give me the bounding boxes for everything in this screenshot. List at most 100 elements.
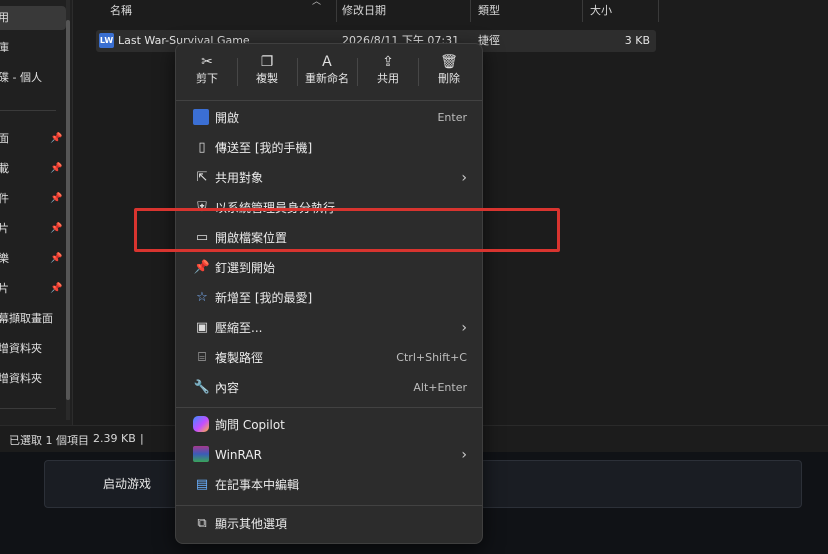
menu-item-label: 內容 — [215, 381, 240, 395]
column-header-name[interactable]: 名稱 — [110, 0, 132, 22]
nav-item[interactable]: 幕擷取畫面 — [0, 307, 66, 331]
phone-icon: ▯ — [198, 140, 206, 155]
column-header-modified[interactable]: 修改日期 — [342, 0, 386, 22]
menu-item-winrar[interactable]: WinRAR › — [181, 441, 477, 469]
menu-item-properties[interactable]: 🔧 內容 Alt+Enter — [181, 374, 477, 402]
navigation-pane: 用 庫 碟 - 個人 面📌 載📌 件📌 片📌 樂📌 片📌 幕擷取畫面 增資料夾 … — [0, 0, 73, 425]
nav-item[interactable]: 片📌 — [0, 277, 66, 301]
status-selected-size: 2.39 KB — [93, 432, 136, 445]
column-divider[interactable] — [470, 0, 471, 22]
nav-item[interactable]: 片📌 — [0, 217, 66, 241]
column-header-type[interactable]: 類型 — [478, 0, 500, 22]
pin-icon: 📌 — [50, 193, 63, 204]
notepad-icon: ▤ — [195, 477, 209, 492]
nav-item-label: 面 — [0, 127, 9, 151]
menu-item-share-with[interactable]: ⇱ 共用對象 › — [181, 164, 477, 192]
file-size: 3 KB — [624, 34, 650, 47]
sort-ascending-icon: ︿ — [312, 0, 322, 7]
context-menu: ✂ 剪下 ❐ 複製 Ａ 重新命名 ⇪ 共用 🗑 刪除 開啟 Enter ▯ 傳送… — [175, 43, 483, 544]
cut-button[interactable]: ✂ 剪下 — [178, 51, 236, 93]
launcher-panel — [480, 460, 802, 508]
menu-item-label: WinRAR — [215, 448, 262, 462]
nav-divider — [0, 408, 56, 409]
menu-divider — [176, 100, 482, 101]
menu-item-ask-copilot[interactable]: 詢問 Copilot — [181, 411, 477, 439]
nav-item-label: 庫 — [0, 36, 9, 60]
status-selected-count: 已選取 1 個項目 — [9, 434, 89, 447]
menu-item-open[interactable]: 開啟 Enter — [181, 104, 477, 132]
quick-divider — [357, 58, 358, 86]
column-header-size[interactable]: 大小 — [590, 0, 612, 22]
scissors-icon: ✂ — [201, 54, 213, 70]
copilot-icon — [193, 416, 209, 432]
nav-item-label: 碟 - 個人 — [0, 71, 42, 84]
copy-button[interactable]: ❐ 複製 — [238, 51, 296, 93]
column-divider[interactable] — [336, 0, 337, 22]
star-icon: ☆ — [196, 290, 208, 305]
pin-icon: 📌 — [50, 253, 63, 264]
nav-item[interactable]: 樂📌 — [0, 247, 66, 271]
column-divider[interactable] — [582, 0, 583, 22]
winrar-icon — [193, 446, 209, 462]
menu-item-label: 顯示其他選項 — [215, 517, 288, 531]
menu-item-label: 傳送至 [我的手機] — [215, 141, 313, 155]
menu-item-send-to-phone[interactable]: ▯ 傳送至 [我的手機] — [181, 134, 477, 162]
copy-label: 複製 — [256, 72, 278, 85]
menu-item-compress-to[interactable]: ▣ 壓縮至... › — [181, 314, 477, 342]
menu-item-show-more-options[interactable]: ⧉ 顯示其他選項 — [181, 510, 477, 538]
chevron-right-icon: › — [461, 320, 467, 336]
path-icon: ⌸ — [198, 350, 206, 365]
rename-button[interactable]: Ａ 重新命名 — [298, 51, 356, 93]
menu-item-pin-to-start[interactable]: 📌 釘選到開始 — [181, 254, 477, 282]
menu-shortcut: Ctrl+Shift+C — [396, 351, 467, 364]
nav-item-label: 片 — [0, 277, 9, 301]
nav-item[interactable]: 增資料夾 — [0, 337, 66, 361]
nav-item-label: 增資料夾 — [0, 342, 42, 355]
chevron-right-icon: › — [461, 170, 467, 186]
chevron-right-icon: › — [461, 447, 467, 463]
nav-item[interactable]: 件📌 — [0, 187, 66, 211]
pin-icon: 📌 — [50, 163, 63, 174]
share-button[interactable]: ⇪ 共用 — [359, 51, 417, 93]
menu-shortcut: Enter — [437, 111, 467, 124]
nav-item-label: 件 — [0, 187, 9, 211]
menu-divider — [176, 407, 482, 408]
nav-item[interactable]: 增資料夾 — [0, 367, 66, 391]
nav-item[interactable]: 面📌 — [0, 127, 66, 151]
share-icon: ⇪ — [382, 54, 394, 70]
annotation-highlight-box — [134, 208, 560, 252]
delete-button[interactable]: 🗑 刪除 — [420, 51, 478, 93]
menu-shortcut: Alt+Enter — [413, 381, 467, 394]
pin-icon: 📌 — [50, 133, 63, 144]
column-headers: ︿ 名稱 修改日期 類型 大小 — [96, 0, 660, 22]
menu-item-edit-in-notepad[interactable]: ▤ 在記事本中編輯 — [181, 471, 477, 499]
nav-divider — [0, 110, 56, 111]
menu-item-label: 新增至 [我的最愛] — [215, 291, 313, 305]
share-label: 共用 — [377, 72, 399, 85]
status-divider: | — [140, 432, 144, 445]
menu-divider — [176, 505, 482, 506]
column-divider[interactable] — [658, 0, 659, 22]
nav-scrollbar[interactable] — [66, 0, 70, 420]
nav-item[interactable]: 碟 - 個人 — [0, 66, 66, 90]
wrench-icon: 🔧 — [193, 380, 211, 395]
rename-icon: Ａ — [320, 54, 334, 70]
nav-item[interactable]: 用 — [0, 6, 66, 30]
app-icon — [193, 109, 209, 125]
nav-item-label: 用 — [0, 6, 9, 30]
quick-divider — [418, 58, 419, 86]
menu-item-label: 壓縮至... — [215, 321, 263, 335]
nav-item[interactable]: 庫 — [0, 36, 66, 60]
scrollbar-thumb[interactable] — [66, 20, 70, 400]
copy-icon: ❐ — [260, 54, 274, 70]
menu-item-label: 複製路徑 — [215, 351, 264, 365]
pin-icon: 📌 — [50, 223, 63, 234]
pin-icon: 📌 — [50, 283, 63, 294]
menu-item-label: 釘選到開始 — [215, 261, 276, 275]
cut-label: 剪下 — [196, 72, 218, 85]
nav-item[interactable]: 載📌 — [0, 157, 66, 181]
zip-icon: ▣ — [195, 320, 209, 335]
menu-item-copy-path[interactable]: ⌸ 複製路徑 Ctrl+Shift+C — [181, 344, 477, 372]
menu-item-add-to-favorites[interactable]: ☆ 新增至 [我的最愛] — [181, 284, 477, 312]
nav-item-label: 幕擷取畫面 — [0, 312, 53, 325]
